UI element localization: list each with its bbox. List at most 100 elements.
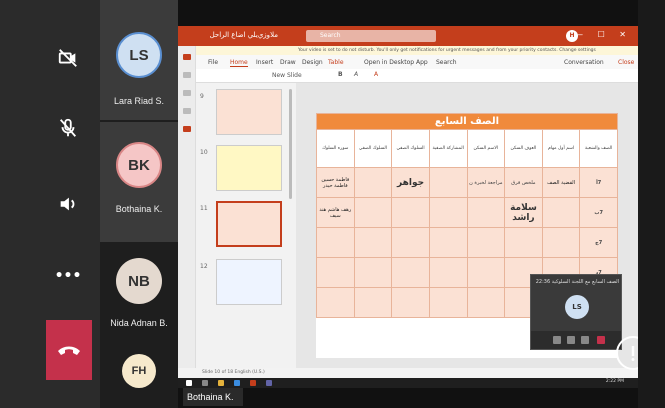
table-cell[interactable]: رهف هاشم هند سيف (316, 197, 355, 228)
table-cell[interactable] (353, 197, 393, 228)
calendar-icon[interactable] (183, 108, 191, 114)
search-icon[interactable] (202, 380, 208, 386)
close-button[interactable]: Close (618, 59, 634, 66)
hangup-icon[interactable] (597, 336, 605, 344)
table-row: 7ج (316, 227, 618, 258)
table-title: الصف السابع (316, 113, 618, 130)
presenter-label: Bothaina K. (183, 388, 243, 406)
table-cell[interactable] (391, 257, 430, 288)
thumb-number: 9 (200, 93, 204, 100)
mini-call-title: الصف السابع مع اللجنة السلوكية 22:36 (535, 279, 619, 285)
table-cell[interactable]: مراجعة لخبرة ن (466, 167, 506, 198)
participant-tile[interactable]: NB Nida Adnan B. (100, 244, 178, 344)
italic-icon[interactable]: A (354, 71, 358, 78)
table-cell[interactable] (428, 287, 468, 318)
menu-insert[interactable]: Insert (256, 59, 273, 66)
speaker-icon[interactable] (48, 184, 88, 224)
start-icon[interactable] (186, 380, 192, 386)
participant-list: LS Lara Riad S. BK Bothaina K. NB Nida A… (100, 0, 178, 408)
menu-search[interactable]: Search (436, 59, 457, 66)
bold-icon[interactable]: B (338, 71, 343, 78)
column-header: الصف والشعبة (579, 129, 618, 168)
camera-off-icon[interactable] (48, 38, 88, 78)
table-cell[interactable]: فاطمة حسين فاطمة حيدر (316, 167, 355, 198)
menu-file[interactable]: File (208, 59, 218, 66)
ribbon-toolbar: New Slide B A A (178, 69, 638, 83)
slide-thumb[interactable] (216, 89, 282, 135)
table-cell[interactable] (391, 227, 430, 258)
table-cell[interactable] (428, 227, 468, 258)
notification-bar: Your video is set to do not disturb. You… (178, 46, 638, 55)
participant-tile[interactable]: LS Lara Riad S. (100, 0, 178, 120)
table-cell[interactable] (504, 227, 543, 258)
browser-icon[interactable] (234, 380, 240, 386)
menu-home[interactable]: Home (230, 59, 248, 67)
table-cell[interactable] (353, 167, 393, 198)
table-cell[interactable] (428, 197, 468, 228)
table-cell[interactable] (316, 227, 355, 258)
avatar: LS (116, 32, 162, 78)
participant-tile[interactable]: BK Bothaina K. (100, 122, 178, 242)
table-cell[interactable] (353, 227, 393, 258)
mini-call-window[interactable]: الصف السابع مع اللجنة السلوكية 22:36 LS (530, 274, 622, 350)
class-cell: 7ج (579, 227, 618, 258)
table-cell[interactable] (466, 287, 506, 318)
camera-icon[interactable] (553, 336, 561, 344)
avatar: FH (122, 354, 156, 388)
new-slide-button[interactable]: New Slide (272, 72, 302, 79)
table-cell[interactable] (391, 287, 430, 318)
files-icon[interactable] (183, 126, 191, 132)
mini-call-controls (531, 331, 621, 349)
table-cell[interactable]: ملخص فرق (504, 167, 543, 198)
menu-draw[interactable]: Draw (280, 59, 296, 66)
hangup-icon (58, 346, 80, 355)
teams-icon[interactable] (266, 380, 272, 386)
table-cell[interactable] (466, 227, 506, 258)
table-cell[interactable] (466, 257, 506, 288)
column-header: سوره السلوك (316, 129, 355, 168)
powerpoint-icon[interactable] (250, 380, 256, 386)
table-cell[interactable] (541, 197, 581, 228)
table-cell[interactable]: جواهر (391, 167, 430, 198)
menu-design[interactable]: Design (302, 59, 323, 66)
hangup-button[interactable] (46, 320, 92, 380)
slide-thumbnails: 9 10 11 12 (196, 83, 296, 368)
participant-name: Bothaina K. (115, 204, 163, 214)
table-cell[interactable]: القضية الصف (541, 167, 581, 198)
activity-icon[interactable] (183, 54, 191, 60)
share-icon[interactable] (581, 336, 589, 344)
window-controls[interactable]: — ☐ ✕ (575, 30, 632, 39)
slide-thumb-selected[interactable] (216, 201, 282, 247)
chat-icon[interactable] (183, 72, 191, 78)
table-cell[interactable] (316, 257, 355, 288)
avatar: NB (116, 258, 162, 304)
table-cell[interactable] (428, 257, 468, 288)
thumbs-scrollbar[interactable] (289, 89, 292, 199)
font-color-icon[interactable]: A (374, 71, 378, 78)
call-controls-panel: ••• (0, 0, 100, 408)
search-box[interactable]: Search (306, 30, 436, 42)
slide-thumb[interactable] (216, 145, 282, 191)
more-options-button[interactable]: ••• (48, 256, 88, 296)
mic-icon[interactable] (567, 336, 575, 344)
avatar: BK (116, 142, 162, 188)
table-cell[interactable] (353, 287, 393, 318)
teams-icon[interactable] (183, 90, 191, 96)
folder-icon[interactable] (218, 380, 224, 386)
table-cell[interactable] (391, 197, 430, 228)
table-cell[interactable] (428, 167, 468, 198)
slide-thumb[interactable] (216, 259, 282, 305)
table-cell[interactable] (316, 287, 355, 318)
table-cell[interactable] (541, 227, 581, 258)
mic-off-icon[interactable] (48, 108, 88, 148)
open-desktop-app[interactable]: Open in Desktop App (364, 59, 428, 66)
participant-tile[interactable]: FH (100, 346, 178, 408)
app-rail (178, 46, 196, 368)
class-cell: 7ب (579, 197, 618, 228)
table-cell[interactable] (353, 257, 393, 288)
table-cell[interactable]: سلامة راشد (504, 197, 543, 228)
table-cell[interactable] (466, 197, 506, 228)
thumb-number: 10 (200, 149, 208, 156)
menu-table[interactable]: Table (328, 59, 344, 66)
conversation-button[interactable]: Conversation (564, 59, 604, 66)
